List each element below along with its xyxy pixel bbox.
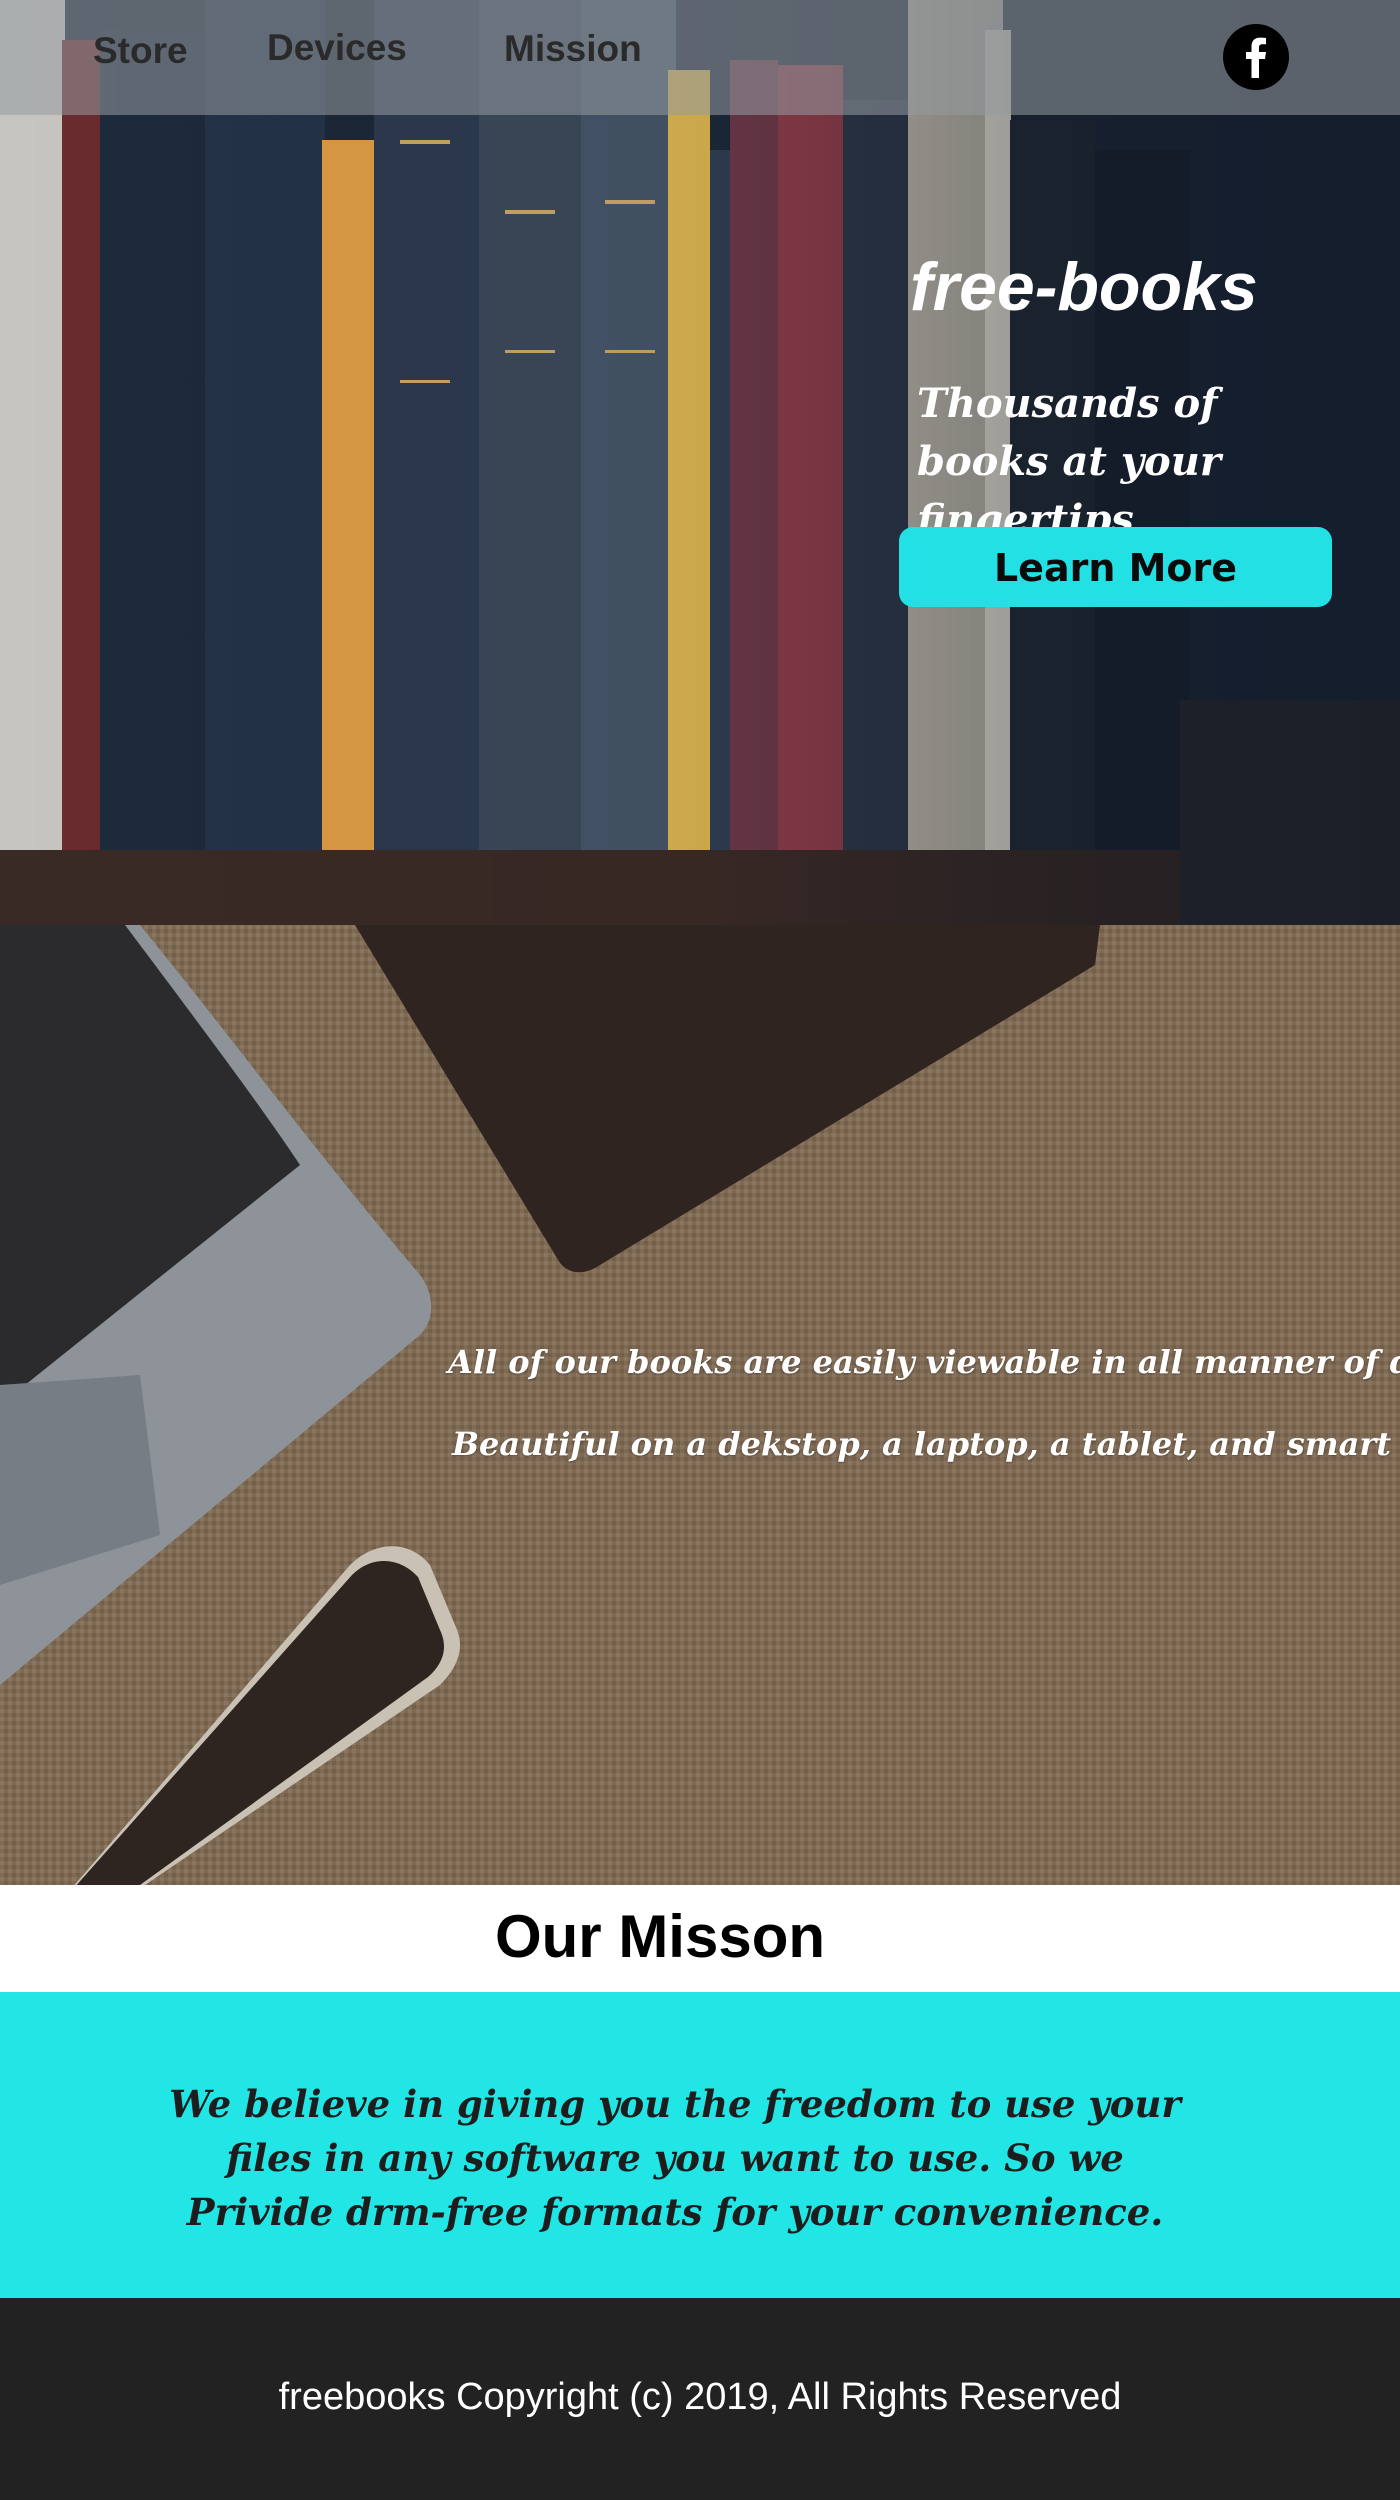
devices-background-image: [0, 925, 1400, 1885]
devices-section: All of our books are easily viewable in …: [0, 925, 1400, 1885]
mission-text: We believe in giving you the freedom to …: [169, 2082, 1181, 2234]
nav-link-mission[interactable]: Mission: [504, 28, 642, 70]
top-navbar: Store Devices Mission: [0, 0, 1400, 115]
hero-section: Store Devices Mission free-books Thousan…: [0, 0, 1400, 925]
facebook-icon[interactable]: [1223, 24, 1289, 90]
nav-link-store[interactable]: Store: [93, 30, 188, 72]
mission-heading-section: Our Misson: [0, 1885, 1400, 1992]
mission-section: We believe in giving you the freedom to …: [0, 1992, 1400, 2298]
devices-text-line-1: All of our books are easily viewable in …: [448, 1343, 1400, 1381]
hero-tagline: Thousands of books at your fingertips: [917, 380, 1221, 543]
mission-heading: Our Misson: [494, 1903, 826, 1970]
nav-link-devices[interactable]: Devices: [267, 27, 407, 69]
footer-copyright: freebooks Copyright (c) 2019, All Rights…: [278, 2376, 1122, 2418]
hero-title: free-books: [910, 249, 1258, 325]
page-footer: freebooks Copyright (c) 2019, All Rights…: [0, 2298, 1400, 2500]
learn-more-button[interactable]: Learn More: [899, 527, 1332, 607]
devices-text-line-2: Beautiful on a dekstop, a laptop, a tabl…: [452, 1425, 1400, 1463]
